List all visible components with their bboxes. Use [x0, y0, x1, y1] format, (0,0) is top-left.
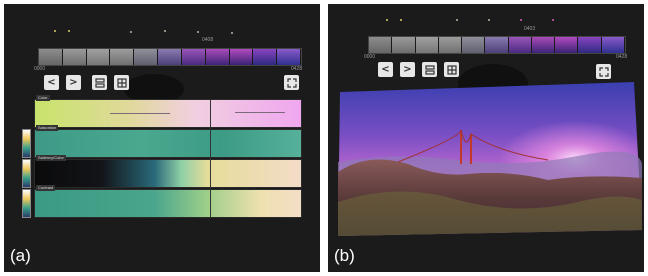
marker-dot	[400, 19, 402, 21]
filmstrip-thumb[interactable]	[578, 37, 602, 53]
fullscreen-icon	[598, 66, 609, 77]
panel-label: (a)	[10, 246, 31, 265]
video-filmstrip[interactable]	[368, 36, 626, 54]
range-end: 0428	[291, 66, 303, 72]
video-filmstrip[interactable]	[38, 48, 302, 66]
grid-layout-icon	[116, 77, 127, 88]
track-label: Color	[36, 95, 50, 101]
fullscreen-button[interactable]	[284, 75, 299, 90]
panel-a: 0408 0000 0428 < > Color Saturation Sali…	[4, 4, 320, 272]
track-label: Saliency/Color	[36, 155, 66, 161]
marker-dot	[231, 32, 233, 34]
range-start: 0000	[34, 66, 46, 72]
panel-label: (b)	[334, 246, 355, 265]
marker-dot	[130, 31, 132, 33]
bridge-tower	[470, 134, 472, 164]
rows-layout-icon	[424, 64, 435, 75]
track-contrast[interactable]: Contrast	[34, 185, 302, 218]
range-start: 0000	[364, 54, 376, 60]
chevron-left-icon: <	[47, 77, 56, 88]
marker-dot	[552, 19, 554, 21]
track-saliency[interactable]: Saliency/Color	[34, 155, 302, 188]
filmstrip-thumb[interactable]	[601, 37, 625, 53]
marker-dot	[386, 19, 388, 21]
marker-dot	[520, 19, 522, 21]
filmstrip-thumb[interactable]	[158, 49, 182, 65]
filmstrip-thumb[interactable]	[438, 37, 463, 53]
filmstrip-thumb[interactable]	[485, 37, 509, 53]
filmstrip-thumb[interactable]	[369, 37, 393, 53]
chevron-left-icon: <	[381, 64, 390, 75]
filmstrip-thumb[interactable]	[134, 49, 159, 65]
filmstrip-thumb[interactable]	[277, 49, 301, 65]
panorama-image[interactable]	[338, 82, 644, 238]
rows-layout-icon	[94, 77, 105, 88]
rows-layout-button[interactable]	[422, 62, 437, 77]
filmstrip-thumb[interactable]	[62, 49, 87, 65]
filmstrip-thumb[interactable]	[531, 37, 556, 53]
filmstrip-thumb[interactable]	[415, 37, 439, 53]
track-color[interactable]: Color	[34, 95, 302, 128]
panel-b: 0403 0000 0428 < > (b)	[328, 4, 644, 272]
filmstrip-thumb[interactable]	[555, 37, 579, 53]
marker-dot	[164, 30, 166, 32]
fullscreen-button[interactable]	[596, 64, 611, 79]
track-legend	[22, 129, 31, 158]
filmstrip-thumb[interactable]	[508, 37, 532, 53]
grid-layout-icon	[446, 64, 457, 75]
marker-dot	[197, 31, 199, 33]
timestamp: 0403	[524, 26, 536, 32]
marker-dot	[456, 19, 458, 21]
marker-dot	[68, 30, 70, 32]
marker-dot	[54, 30, 56, 32]
track-label: Contrast	[36, 185, 56, 191]
track-label: Saturation	[36, 125, 59, 131]
grid-layout-button[interactable]	[114, 75, 129, 90]
bridge-tower	[460, 130, 462, 164]
range-end: 0428	[616, 54, 628, 60]
chevron-right-icon: >	[69, 77, 78, 88]
signal-line	[235, 112, 285, 113]
filmstrip-thumb[interactable]	[39, 49, 63, 65]
next-button[interactable]: >	[400, 62, 415, 77]
playhead-cursor[interactable]	[210, 99, 211, 218]
track-saturation[interactable]: Saturation	[34, 125, 302, 158]
rows-layout-button[interactable]	[92, 75, 107, 90]
filmstrip-thumb[interactable]	[181, 49, 206, 65]
next-button[interactable]: >	[66, 75, 81, 90]
filmstrip-thumb[interactable]	[86, 49, 111, 65]
signal-line	[110, 113, 170, 114]
filmstrip-thumb[interactable]	[205, 49, 230, 65]
fullscreen-icon	[286, 77, 297, 88]
timestamp: 0408	[202, 37, 214, 43]
filmstrip-thumb[interactable]	[253, 49, 278, 65]
track-legend	[22, 159, 31, 188]
filmstrip-thumb[interactable]	[229, 49, 254, 65]
prev-button[interactable]: <	[378, 62, 393, 77]
marker-dot	[488, 19, 490, 21]
filmstrip-thumb[interactable]	[392, 37, 416, 53]
track-legend	[22, 189, 31, 218]
filmstrip-thumb[interactable]	[110, 49, 135, 65]
grid-layout-button[interactable]	[444, 62, 459, 77]
filmstrip-thumb[interactable]	[462, 37, 486, 53]
prev-button[interactable]: <	[44, 75, 59, 90]
chevron-right-icon: >	[403, 64, 412, 75]
